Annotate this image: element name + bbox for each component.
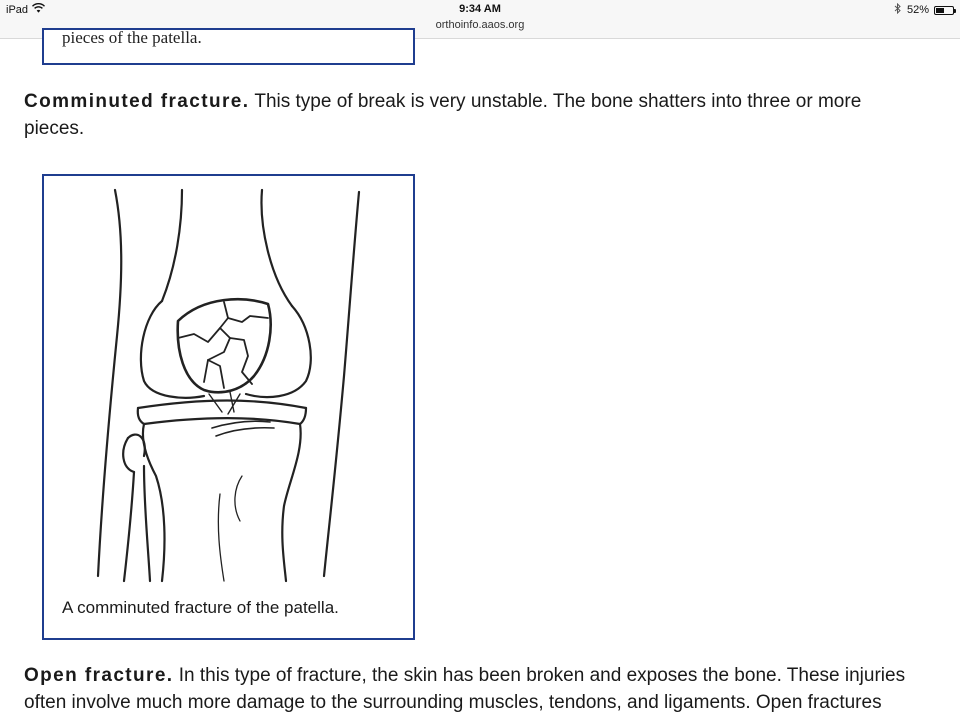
open-fracture-paragraph: Open fracture. In this type of fracture,…: [24, 662, 954, 716]
bluetooth-icon: [894, 2, 902, 17]
comminuted-fracture-paragraph: Comminuted fracture. This type of break …: [24, 88, 954, 142]
previous-figure-box: pieces of the patella.: [42, 28, 415, 65]
knee-illustration: [96, 188, 361, 583]
open-fracture-text-line2: often involve much more damage to the su…: [24, 692, 882, 713]
paragraph-line: Comminuted fracture. This type of break …: [24, 88, 954, 115]
paragraph-line: Open fracture. In this type of fracture,…: [24, 662, 954, 689]
open-fracture-term: Open fracture.: [24, 665, 174, 686]
comminuted-fracture-text: This type of break is very unstable. The…: [249, 91, 862, 112]
patella-figure: A comminuted fracture of the patella.: [42, 174, 415, 640]
open-fracture-text: In this type of fracture, the skin has b…: [173, 665, 906, 686]
comminuted-fracture-term: Comminuted fracture.: [24, 91, 250, 112]
battery-icon: [934, 5, 956, 15]
clock: 9:34 AM: [459, 3, 501, 15]
comminuted-fracture-text-line2: pieces.: [24, 118, 85, 139]
previous-figure-caption: pieces of the patella.: [62, 28, 202, 47]
status-right: 52%: [894, 2, 956, 17]
figure-caption: A comminuted fracture of the patella.: [62, 598, 339, 617]
battery-level: [936, 7, 945, 13]
battery-percent: 52%: [906, 4, 929, 16]
